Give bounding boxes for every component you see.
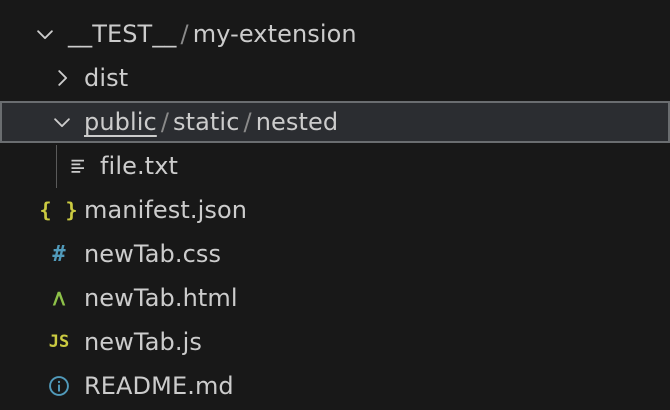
text-file-icon xyxy=(66,153,92,179)
folder-row-root[interactable]: __TEST__ / my-extension xyxy=(0,13,670,55)
file-row-newtab-html[interactable]: newTab.html xyxy=(0,277,670,319)
path-segment[interactable]: static xyxy=(173,108,240,136)
file-label: newTab.js xyxy=(84,328,202,356)
file-label: newTab.html xyxy=(84,284,238,312)
folder-row-public-static-nested[interactable]: public / static / nested xyxy=(0,101,670,143)
json-icon: { } xyxy=(39,198,79,222)
path-segment[interactable]: my-extension xyxy=(193,20,357,48)
file-row-manifest-json[interactable]: { } manifest.json xyxy=(0,189,670,231)
file-label: newTab.css xyxy=(84,240,222,268)
file-row-file-txt[interactable]: file.txt xyxy=(0,145,670,187)
chevron-down-icon[interactable] xyxy=(32,21,58,47)
file-label: manifest.json xyxy=(84,196,248,224)
chevron-right-icon[interactable] xyxy=(49,65,75,91)
file-row-newtab-css[interactable]: # newTab.css xyxy=(0,233,670,275)
html-icon xyxy=(46,285,72,311)
file-row-readme-md[interactable]: README.md xyxy=(0,365,670,407)
path-segment[interactable]: public xyxy=(84,108,157,136)
file-explorer: __TEST__ / my-extension dist public / st… xyxy=(0,0,670,410)
file-row-newtab-js[interactable]: JS newTab.js xyxy=(0,321,670,363)
folder-label-root: __TEST__ / my-extension xyxy=(68,20,357,48)
path-segment[interactable]: nested xyxy=(256,108,339,136)
js-icon: JS xyxy=(48,332,70,352)
file-label: README.md xyxy=(84,372,234,400)
path-separator: / xyxy=(180,20,189,48)
css-hash-icon: # xyxy=(52,241,66,267)
file-label: file.txt xyxy=(100,152,179,180)
path-segment[interactable]: __TEST__ xyxy=(68,20,177,48)
path-separator: / xyxy=(160,108,169,136)
path-separator: / xyxy=(243,108,252,136)
info-icon xyxy=(46,373,72,399)
folder-label-dist: dist xyxy=(84,64,129,92)
chevron-down-icon[interactable] xyxy=(49,109,75,135)
folder-row-dist[interactable]: dist xyxy=(0,57,670,99)
folder-label-public-static-nested: public / static / nested xyxy=(84,108,338,136)
